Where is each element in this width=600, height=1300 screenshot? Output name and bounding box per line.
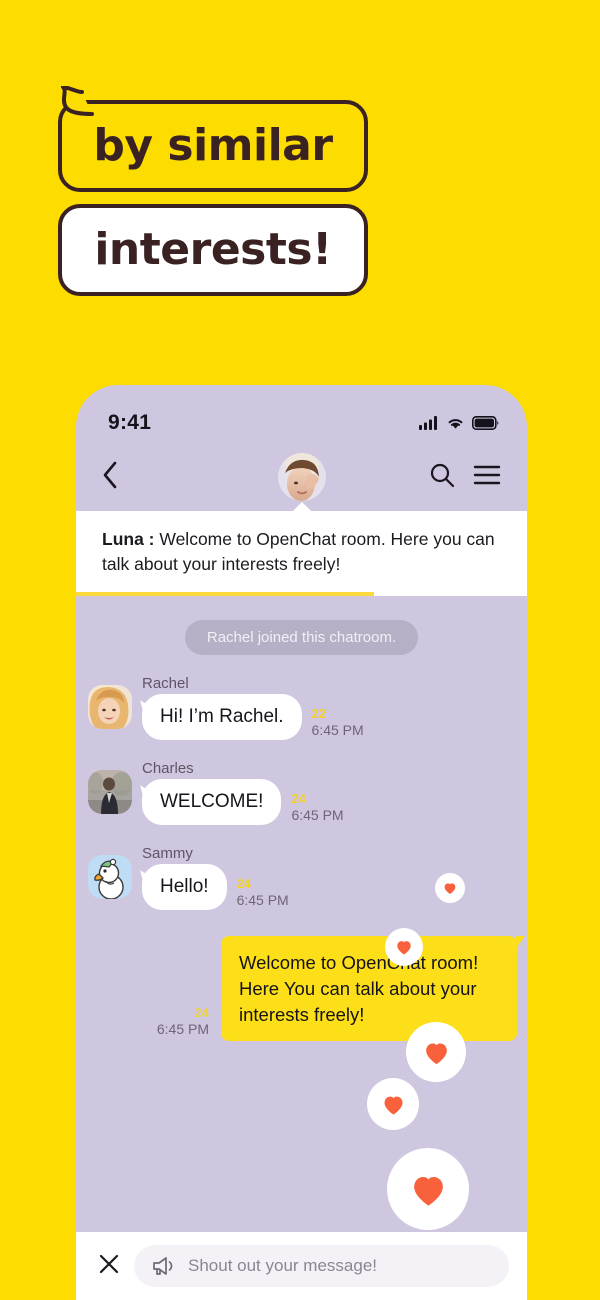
message-time: 6:45 PM xyxy=(236,891,289,908)
banner-text: Luna : Welcome to OpenChat room. Here yo… xyxy=(102,527,505,578)
message-time: 6:45 PM xyxy=(156,1021,209,1038)
message-input-bar: Shout out your message! xyxy=(76,1232,527,1300)
message-bubble[interactable]: Hello! xyxy=(142,863,227,910)
sammy-avatar-image xyxy=(88,854,132,899)
message-bubble[interactable]: Hi! I’m Rachel. xyxy=(142,693,302,740)
headline-group: by similar interests! xyxy=(58,86,368,296)
status-bar: 9:41 xyxy=(76,385,527,447)
reaction-bubble[interactable] xyxy=(367,1078,419,1130)
sammy-avatar[interactable] xyxy=(88,854,132,899)
heart-icon xyxy=(413,1176,443,1206)
megaphone-icon xyxy=(153,1257,173,1275)
system-message: Rachel joined this chatroom. xyxy=(184,619,419,655)
unread-count: 24 xyxy=(194,1005,209,1021)
rachel-avatar[interactable] xyxy=(88,684,132,729)
hamburger-menu-icon xyxy=(473,465,501,484)
room-avatar-image xyxy=(277,453,326,501)
rachel-avatar-image xyxy=(88,684,132,729)
outgoing-message-bubble[interactable]: Welcome to OpenChat room! Here You can t… xyxy=(221,935,525,1042)
message-time: 6:45 PM xyxy=(311,721,364,738)
close-button[interactable] xyxy=(98,1253,120,1279)
wifi-icon xyxy=(448,419,463,429)
heart-icon xyxy=(444,883,456,894)
unread-count: 22 xyxy=(311,705,326,721)
message-sender-name: Sammy xyxy=(142,844,193,862)
heart-icon xyxy=(384,1096,402,1115)
message-bubble[interactable]: WELCOME! xyxy=(142,778,282,825)
unread-count: 24 xyxy=(236,875,252,891)
heart-icon xyxy=(397,941,411,955)
message-row: Charles WELCOME! 24 6:45 PM xyxy=(76,760,527,825)
nav-actions xyxy=(429,462,501,493)
cellular-signal-icon xyxy=(419,416,437,430)
headline-line-2: interests! xyxy=(94,224,332,275)
outgoing-message-meta: 24 6:45 PM xyxy=(156,1005,209,1041)
banner-progress-bar xyxy=(76,591,374,596)
message-sender-name: Rachel xyxy=(142,674,189,692)
heart-icon xyxy=(425,1042,447,1064)
headline-bubble-primary: by similar xyxy=(58,86,368,192)
charles-avatar-image xyxy=(88,769,132,814)
system-message-row: Rachel joined this chatroom. xyxy=(76,619,527,655)
chevron-left-icon xyxy=(103,461,117,488)
message-meta: 24 6:45 PM xyxy=(236,875,289,910)
banner-sender: Luna : xyxy=(102,529,155,549)
speech-bubble-tail-icon xyxy=(61,86,94,116)
headline-line-1: by similar xyxy=(93,120,333,171)
banner-arrow-icon xyxy=(292,502,311,511)
status-bar-icons xyxy=(419,416,499,430)
search-icon xyxy=(430,463,455,487)
reaction-bubble[interactable] xyxy=(387,1148,469,1230)
battery-icon xyxy=(472,416,499,430)
reaction-bubble[interactable] xyxy=(435,873,465,903)
back-button[interactable] xyxy=(102,461,118,494)
message-meta: 22 6:45 PM xyxy=(311,705,364,740)
banner-message: Welcome to OpenChat room. Here you can t… xyxy=(102,529,495,575)
message-content: Charles WELCOME! 24 6:45 PM xyxy=(142,760,344,825)
unread-count: 24 xyxy=(291,790,306,806)
message-bubble-line: WELCOME! 24 6:45 PM xyxy=(142,778,344,825)
search-button[interactable] xyxy=(429,462,455,493)
message-bubble-line: Hi! I’m Rachel. 22 6:45 PM xyxy=(142,693,364,740)
message-list: Rachel Hi! I’m Rachel. 22 6:45 PM Charle… xyxy=(76,675,527,1042)
status-bar-clock: 9:41 xyxy=(108,411,152,434)
menu-button[interactable] xyxy=(473,464,501,491)
reaction-bubble[interactable] xyxy=(406,1022,466,1082)
message-bubble-line: Hello! 24 6:45 PM xyxy=(142,863,289,910)
room-avatar[interactable] xyxy=(277,453,326,501)
charles-avatar[interactable] xyxy=(88,769,132,814)
close-x-icon xyxy=(99,1254,119,1274)
message-sender-name: Charles xyxy=(142,759,194,777)
search-input[interactable]: Shout out your message! xyxy=(134,1245,509,1287)
reaction-bubble[interactable] xyxy=(385,928,423,966)
headline-bubble-secondary: interests! xyxy=(58,204,368,296)
message-input-placeholder: Shout out your message! xyxy=(188,1256,378,1275)
notification-banner[interactable]: Luna : Welcome to OpenChat room. Here yo… xyxy=(76,502,527,596)
message-meta: 24 6:45 PM xyxy=(291,790,344,825)
message-row: Rachel Hi! I’m Rachel. 22 6:45 PM xyxy=(76,675,527,740)
message-content: Rachel Hi! I’m Rachel. 22 6:45 PM xyxy=(142,675,364,740)
message-time: 6:45 PM xyxy=(291,806,344,823)
outgoing-message-row: 24 6:45 PM Welcome to OpenChat room! Her… xyxy=(76,935,527,1042)
chat-nav-bar xyxy=(76,447,527,507)
message-content: Sammy Hello! 24 6:45 PM xyxy=(142,845,289,910)
